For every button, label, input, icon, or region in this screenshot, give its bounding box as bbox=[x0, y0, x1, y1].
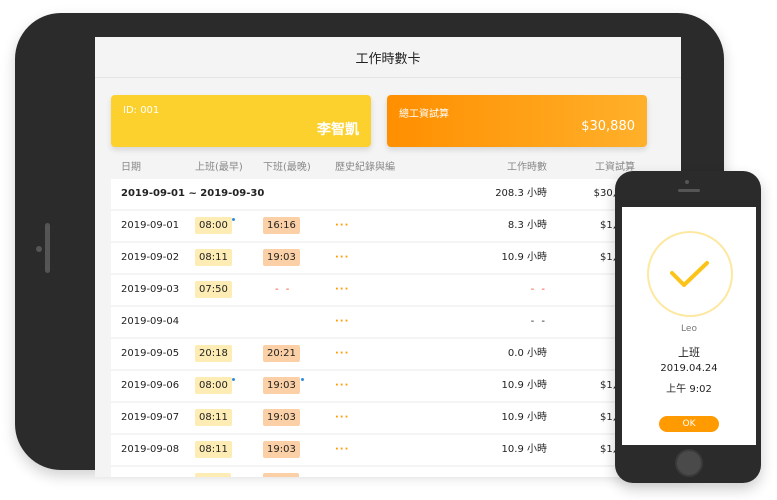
summary-hours: 208.3 小時 bbox=[495, 188, 547, 199]
row-clock-in bbox=[195, 467, 231, 477]
row-clock-out: 19:03 bbox=[263, 371, 300, 401]
clock-out-chip[interactable]: 19:03 bbox=[263, 248, 300, 266]
history-more-icon[interactable]: ··· bbox=[335, 275, 349, 305]
timecard-table: 日期 上班(最早) 下班(最晚) 歷史紀錄與編 工作時數 工資試算 2019-0… bbox=[111, 157, 663, 477]
total-wage-card[interactable]: 總工資試算 $30,880 bbox=[387, 95, 647, 147]
punch-type: 上班 bbox=[678, 346, 700, 359]
summary-row: 2019-09-01 ~ 2019-09-30 208.3 小時 $30,880 bbox=[111, 179, 663, 209]
table-row[interactable]: 2019-09-04 ··· - - - - bbox=[111, 307, 663, 337]
row-hours: 10.9 小時 bbox=[501, 444, 547, 455]
phone-camera bbox=[685, 180, 689, 184]
row-clock-out: 16:16 bbox=[263, 211, 300, 241]
clock-in-chip[interactable]: 08:00 bbox=[195, 376, 232, 394]
row-hours: 0.0 小時 bbox=[507, 348, 547, 359]
clock-in-chip[interactable]: 07:50 bbox=[195, 280, 232, 298]
row-clock-in: 08:11 bbox=[195, 435, 232, 465]
row-date: 2019-09-07 bbox=[121, 412, 180, 423]
row-hours: 10.9 小時 bbox=[501, 252, 547, 263]
total-wage-amount: $30,880 bbox=[581, 119, 635, 134]
clock-in-chip[interactable]: 08:00 bbox=[195, 216, 232, 234]
history-more-icon[interactable]: ··· bbox=[335, 371, 349, 401]
history-more-icon[interactable]: ··· bbox=[335, 403, 349, 433]
phone-home-button[interactable] bbox=[675, 449, 703, 477]
table-row[interactable]: 2019-09-08 08:11 19:03 ··· 10.9 小時 $1,74… bbox=[111, 435, 663, 465]
table-row[interactable]: 2019-09-01 08:00 16:16 ··· 8.3 小時 $1,328 bbox=[111, 211, 663, 241]
clock-out-chip[interactable]: 19:03 bbox=[263, 376, 300, 394]
row-date: 2019-09-06 bbox=[121, 380, 180, 391]
employee-id: ID: 001 bbox=[123, 105, 160, 116]
row-hours: - - bbox=[530, 284, 547, 295]
row-clock-out bbox=[263, 467, 299, 477]
header-clock-out[interactable]: 下班(最晚) bbox=[263, 157, 311, 179]
employee-name: 李智凱 bbox=[317, 122, 359, 138]
row-date: 2019-09-03 bbox=[121, 284, 180, 295]
edited-dot-icon bbox=[301, 378, 304, 381]
punch-date: 2019.04.24 bbox=[660, 363, 718, 374]
row-hours: - - bbox=[530, 316, 547, 327]
row-date: 2019-09-08 bbox=[121, 444, 180, 455]
phone-frame: Leo 上班 2019.04.24 上午 9:02 OK bbox=[615, 171, 761, 483]
clock-in-chip bbox=[195, 472, 231, 477]
row-clock-in: 07:50 bbox=[195, 275, 232, 305]
history-more-icon[interactable]: ··· bbox=[335, 243, 349, 273]
punch-time: 上午 9:02 bbox=[666, 384, 712, 395]
summary-range: 2019-09-01 ~ 2019-09-30 bbox=[121, 188, 265, 199]
header-history[interactable]: 歷史紀錄與編 bbox=[335, 157, 395, 179]
history-more-icon[interactable]: ··· bbox=[335, 435, 349, 465]
row-clock-out: 20:21 bbox=[263, 339, 300, 369]
phone-speaker bbox=[678, 189, 700, 192]
row-clock-in: 08:11 bbox=[195, 403, 232, 433]
row-clock-in: 08:00 bbox=[195, 371, 232, 401]
clock-out-chip[interactable]: 20:21 bbox=[263, 344, 300, 362]
header-clock-in[interactable]: 上班(最早) bbox=[195, 157, 243, 179]
table-row[interactable]: 2019-09-07 08:11 19:03 ··· 10.9 小時 $1,74… bbox=[111, 403, 663, 433]
table-row[interactable]: 2019-09-03 07:50 - - ··· - - - - bbox=[111, 275, 663, 305]
row-clock-out: 19:03 bbox=[263, 435, 300, 465]
table-header: 日期 上班(最早) 下班(最晚) 歷史紀錄與編 工作時數 工資試算 bbox=[111, 157, 663, 179]
total-wage-label: 總工資試算 bbox=[399, 109, 449, 120]
row-clock-out: 19:03 bbox=[263, 403, 300, 433]
history-more-icon[interactable]: ··· bbox=[335, 211, 349, 241]
header-hours[interactable]: 工作時數 bbox=[495, 157, 547, 179]
ok-button[interactable]: OK bbox=[659, 416, 719, 432]
row-clock-in: 20:18 bbox=[195, 339, 232, 369]
row-hours: 8.3 小時 bbox=[507, 220, 547, 231]
clock-out-chip[interactable]: 16:16 bbox=[263, 216, 300, 234]
clock-in-chip[interactable]: 20:18 bbox=[195, 344, 232, 362]
history-more-icon[interactable]: ··· bbox=[335, 307, 349, 337]
tablet-camera bbox=[36, 246, 42, 252]
row-clock-in: 08:11 bbox=[195, 243, 232, 273]
punch-user-name: Leo bbox=[681, 324, 697, 334]
table-row[interactable]: 2019-09-02 08:11 19:03 ··· 10.9 小時 $1,74… bbox=[111, 243, 663, 273]
clock-out-chip bbox=[263, 472, 299, 477]
row-date: 2019-09-01 bbox=[121, 220, 180, 231]
phone-screen: Leo 上班 2019.04.24 上午 9:02 OK bbox=[622, 207, 756, 445]
clock-out-empty: - - bbox=[275, 284, 292, 295]
edited-dot-icon bbox=[232, 218, 235, 221]
table-row[interactable]: 2019-09-05 20:18 20:21 ··· 0.0 小時 $0 bbox=[111, 339, 663, 369]
clock-out-chip[interactable]: 19:03 bbox=[263, 440, 300, 458]
row-date: 2019-09-05 bbox=[121, 348, 180, 359]
clock-in-chip[interactable]: 08:11 bbox=[195, 408, 232, 426]
row-hours: 10.9 小時 bbox=[501, 380, 547, 391]
edited-dot-icon bbox=[232, 378, 235, 381]
clock-in-chip[interactable]: 08:11 bbox=[195, 440, 232, 458]
history-more-icon[interactable]: ··· bbox=[335, 339, 349, 369]
clock-in-chip[interactable]: 08:11 bbox=[195, 248, 232, 266]
employee-card[interactable]: ID: 001 李智凱 bbox=[111, 95, 371, 147]
tablet-screen: 工作時數卡 ID: 001 李智凱 總工資試算 $30,880 日期 上班(最早… bbox=[95, 37, 681, 477]
tablet-side-button bbox=[45, 223, 50, 273]
row-date: 2019-09-02 bbox=[121, 252, 180, 263]
row-hours: 10.9 小時 bbox=[501, 412, 547, 423]
table-row[interactable]: 2019-09-06 08:00 19:03 ··· 10.9 小時 $1,74… bbox=[111, 371, 663, 401]
clock-out-chip[interactable]: 19:03 bbox=[263, 408, 300, 426]
check-icon bbox=[647, 231, 733, 317]
row-clock-in: 08:00 bbox=[195, 211, 232, 241]
row-date: 2019-09-04 bbox=[121, 316, 180, 327]
page-title: 工作時數卡 bbox=[95, 37, 681, 78]
row-clock-out: 19:03 bbox=[263, 243, 300, 273]
header-date[interactable]: 日期 bbox=[121, 157, 141, 179]
table-row-partial bbox=[111, 467, 663, 477]
